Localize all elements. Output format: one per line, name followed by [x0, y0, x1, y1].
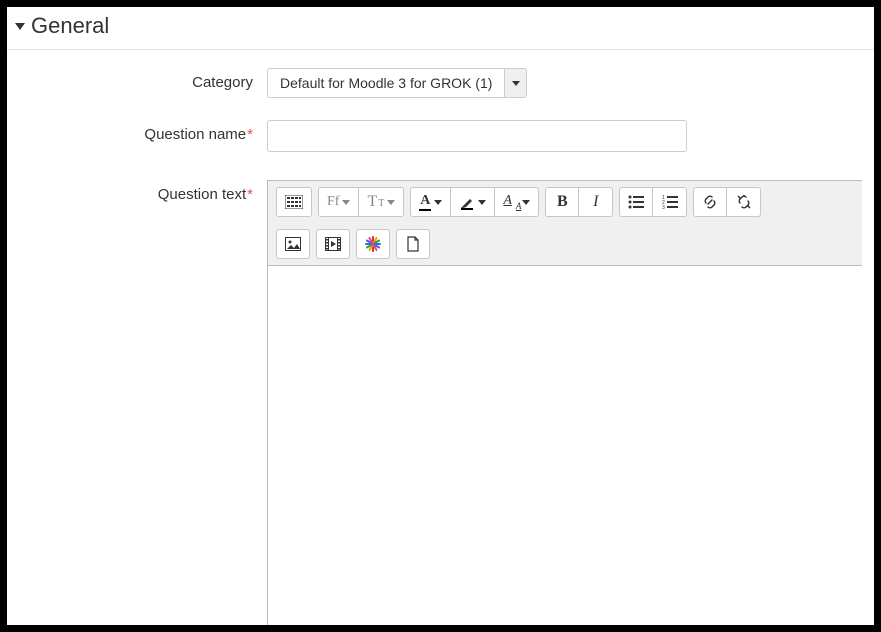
category-select-value: Default for Moodle 3 for GROK (1): [268, 75, 504, 91]
unlink-icon: [736, 194, 752, 210]
label-question-text: Question text*: [19, 180, 267, 203]
question-name-input[interactable]: [267, 120, 687, 152]
film-icon: [325, 237, 341, 251]
numbered-list-button[interactable]: 1 2 3: [653, 187, 687, 217]
label-category: Category: [19, 68, 267, 91]
chevron-down-icon: [342, 200, 350, 205]
clear-formatting-button[interactable]: A A: [495, 187, 539, 217]
color-group: A: [410, 187, 539, 217]
italic-icon: I: [593, 193, 598, 211]
font-color-icon: A: [420, 194, 430, 208]
font-family-icon: Ff: [327, 194, 339, 210]
clear-format-a2-icon: A: [516, 201, 522, 211]
bold-icon: B: [557, 193, 568, 211]
font-size-large-icon: T: [367, 193, 377, 211]
chevron-down-icon: [434, 200, 442, 205]
font-family-button[interactable]: Ff: [318, 187, 359, 217]
label-category-text: Category: [192, 74, 253, 91]
font-size-small-icon: T: [378, 198, 384, 209]
dropdown-caret-icon: [504, 69, 526, 97]
rich-text-editor: Ff T T: [267, 180, 862, 627]
toolbar-toggle-button[interactable]: [276, 187, 312, 217]
editor-toolbar: Ff T T: [268, 181, 862, 266]
editor-content-area[interactable]: [268, 266, 862, 626]
link-group: [693, 187, 761, 217]
highlighter-icon: [459, 194, 475, 210]
italic-button[interactable]: I: [579, 187, 613, 217]
clear-format-a-icon: A: [503, 193, 512, 209]
insert-image-button[interactable]: [276, 229, 310, 259]
font-color-button[interactable]: A: [410, 187, 451, 217]
svg-text:3: 3: [662, 205, 665, 209]
required-asterisk-icon: *: [247, 186, 253, 203]
section-title: General: [31, 13, 109, 39]
image-icon: [285, 237, 301, 251]
chevron-down-icon: [387, 200, 395, 205]
chevron-down-icon: [478, 200, 486, 205]
bullet-list-button[interactable]: [619, 187, 653, 217]
font-group: Ff T T: [318, 187, 404, 217]
label-question-name-text: Question name: [144, 126, 246, 143]
link-button[interactable]: [693, 187, 727, 217]
section-header[interactable]: General: [7, 7, 874, 50]
file-icon: [406, 236, 420, 252]
insert-file-button[interactable]: [396, 229, 430, 259]
asterisk-color-icon: [365, 236, 381, 252]
chevron-down-icon: [522, 200, 530, 205]
insert-media-button[interactable]: [316, 229, 350, 259]
font-size-button[interactable]: T T: [359, 187, 404, 217]
link-icon: [702, 194, 718, 210]
collapse-caret-icon: [15, 23, 25, 30]
bullet-list-icon: [628, 195, 644, 209]
required-asterisk-icon: *: [247, 126, 253, 143]
list-group: 1 2 3: [619, 187, 687, 217]
label-question-name: Question name*: [19, 120, 267, 143]
numbered-list-icon: 1 2 3: [662, 195, 678, 209]
category-select[interactable]: Default for Moodle 3 for GROK (1): [267, 68, 527, 98]
manage-files-button[interactable]: [356, 229, 390, 259]
highlight-color-button[interactable]: [451, 187, 495, 217]
bold-button[interactable]: B: [545, 187, 579, 217]
unlink-button[interactable]: [727, 187, 761, 217]
label-question-text-text: Question text: [158, 186, 246, 203]
emphasis-group: B I: [545, 187, 613, 217]
